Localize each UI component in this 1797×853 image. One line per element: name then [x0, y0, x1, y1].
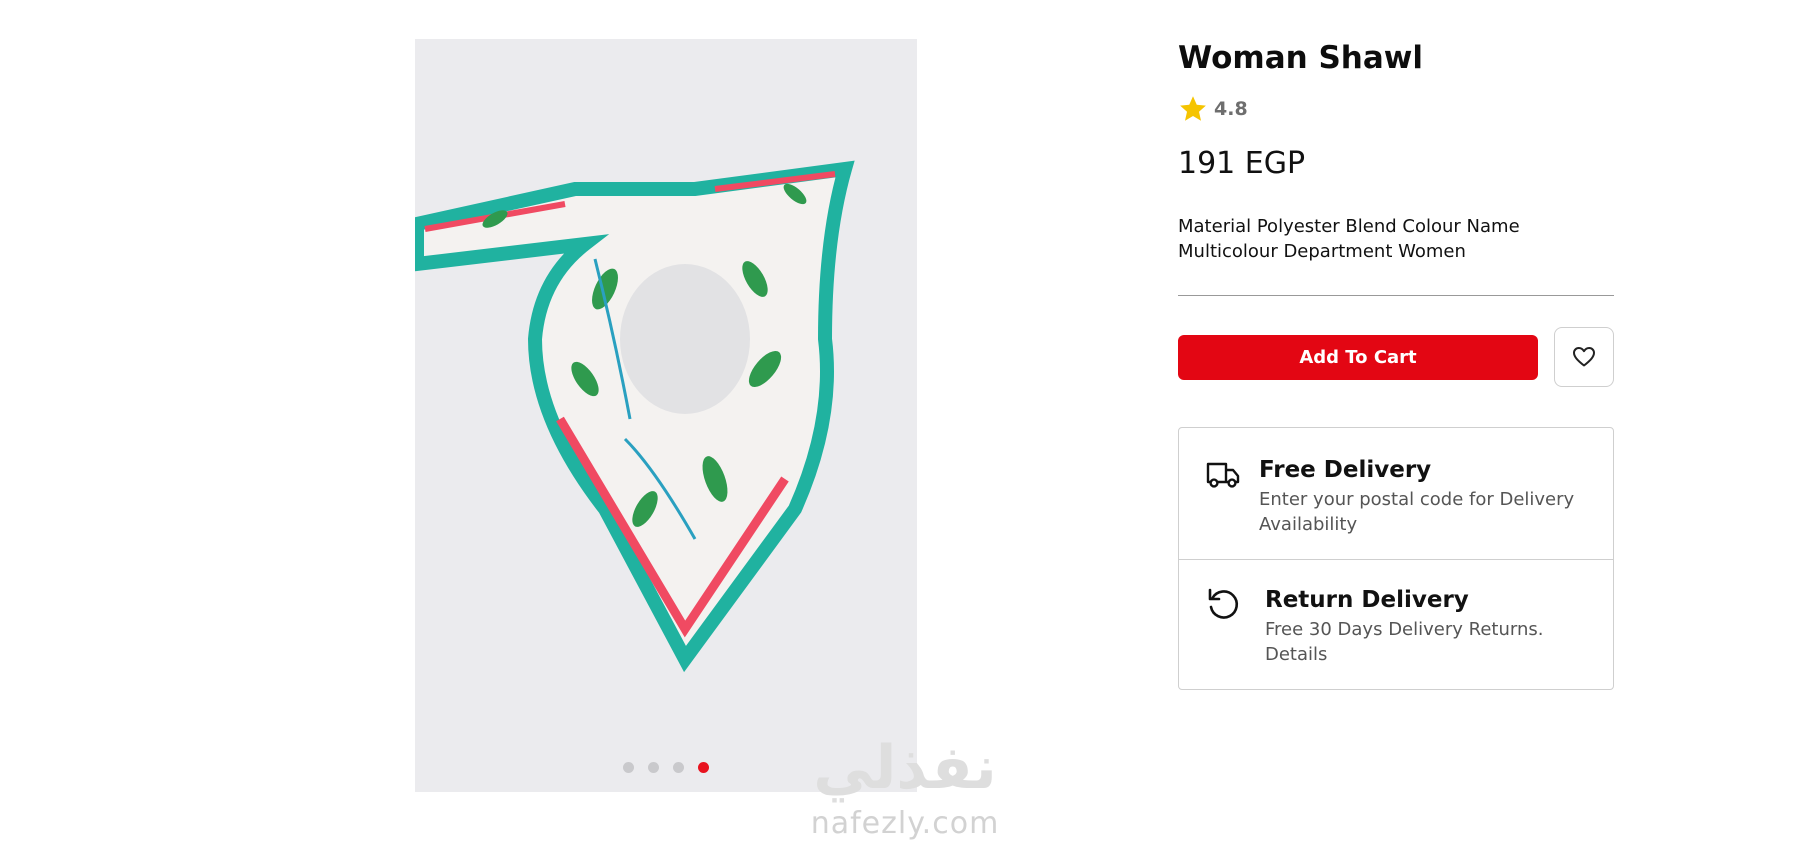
product-image — [415, 39, 917, 792]
carousel-dot[interactable] — [623, 762, 634, 773]
product-title: Woman Shawl — [1178, 40, 1424, 76]
free-delivery-row: Free Delivery Enter your postal code for… — [1179, 428, 1613, 559]
return-delivery-title: Return Delivery — [1265, 587, 1469, 613]
add-to-cart-button[interactable]: Add To Cart — [1178, 334, 1538, 380]
product-actions: Add To Cart — [1178, 327, 1614, 387]
carousel-dot[interactable] — [673, 762, 684, 773]
product-rating: 4.8 — [1178, 94, 1614, 124]
free-delivery-subtitle: Enter your postal code for Delivery Avai… — [1259, 489, 1575, 535]
carousel-dot[interactable] — [648, 762, 659, 773]
watermark-latin: nafezly.com — [810, 806, 1000, 841]
truck-icon — [1206, 462, 1240, 488]
rating-value: 4.8 — [1214, 98, 1248, 120]
star-icon — [1180, 96, 1206, 121]
carousel-dot-active[interactable] — [698, 762, 709, 773]
return-delivery-subtitle[interactable]: Free 30 Days Delivery Returns. Details — [1265, 617, 1589, 667]
wishlist-button[interactable] — [1554, 327, 1614, 387]
heart-icon — [1573, 347, 1595, 367]
divider — [1178, 295, 1614, 296]
carousel-dots — [415, 762, 917, 773]
product-description: Material Polyester Blend Colour Name Mul… — [1178, 216, 1520, 262]
free-delivery-title: Free Delivery — [1259, 457, 1432, 483]
product-image-gallery[interactable] — [415, 39, 917, 792]
delivery-info-box: Free Delivery Enter your postal code for… — [1178, 427, 1614, 690]
return-icon — [1208, 588, 1239, 619]
product-price: 191 EGP — [1178, 146, 1306, 181]
product-info: Woman Shawl 4.8 191 EGP Material Polyest… — [1178, 36, 1614, 690]
return-delivery-row: Return Delivery Free 30 Days Delivery Re… — [1179, 559, 1613, 689]
